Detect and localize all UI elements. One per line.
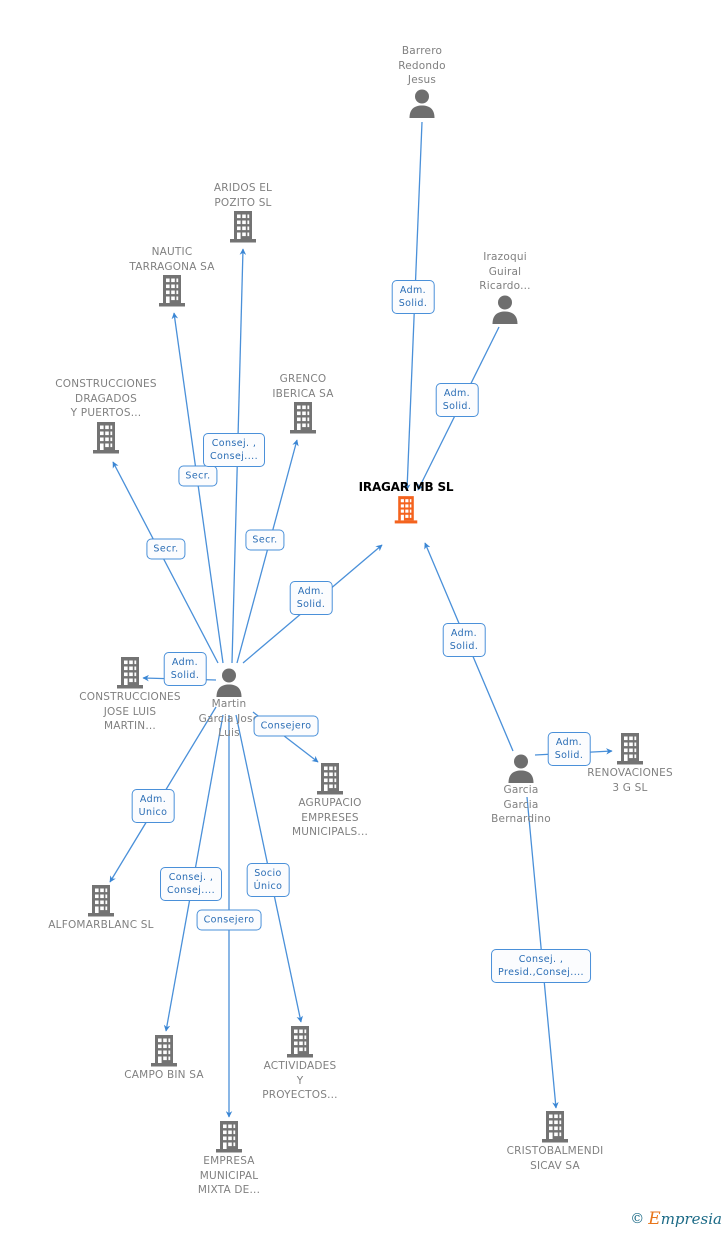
node-construcciones_dragados[interactable]: CONSTRUCCIONES DRAGADOS Y PUERTOS... <box>31 377 181 455</box>
node-label: CRISTOBALMENDI SICAV SA <box>506 1145 604 1172</box>
node-label: Barrero Redondo Jesus <box>398 45 446 86</box>
node-empresa_mun[interactable]: EMPRESA MUNICIPAL MIXTA DE... <box>154 1120 304 1198</box>
node-label: NAUTIC TARRAGONA SA <box>129 246 215 273</box>
building-icon <box>331 495 481 525</box>
building-icon <box>168 210 318 244</box>
copyright-symbol: © <box>630 1211 645 1227</box>
edge-label-martin_garcia-to-aridos[interactable]: Consej. , Consej.... <box>203 433 265 467</box>
edge-label-irazoqui-to-iragar[interactable]: Adm. Solid. <box>435 383 479 417</box>
edge-label-garcia_bern-to-iragar[interactable]: Adm. Solid. <box>442 623 486 657</box>
node-label: AGRUPACIO EMPRESES MUNICIPALS... <box>291 797 369 838</box>
building-icon <box>480 1110 630 1144</box>
brand-initial: E <box>648 1209 661 1229</box>
node-label: CONSTRUCCIONES DRAGADOS Y PUERTOS... <box>55 378 157 419</box>
building-icon <box>89 1034 239 1068</box>
node-label: ALFOMARBLANC SL <box>48 919 154 931</box>
building-icon <box>228 401 378 435</box>
node-label: CAMPO BIN SA <box>124 1069 204 1081</box>
node-label: GRENCO IBERICA SA <box>272 373 334 400</box>
edge-martin_garcia-to-nautic <box>171 312 224 664</box>
edge-label-martin_garcia-to-grenco[interactable]: Secr. <box>245 529 285 551</box>
building-icon <box>225 1025 375 1059</box>
node-label: Irazoqui Guiral Ricardo... <box>479 251 531 292</box>
node-agrupacio[interactable]: AGRUPACIO EMPRESES MUNICIPALS... <box>255 762 405 840</box>
node-actividades[interactable]: ACTIVIDADES Y PROYECTOS... <box>225 1025 375 1103</box>
edge-label-martin_garcia-to-empresa_mun[interactable]: Consejero <box>196 909 262 931</box>
node-label: IRAGAR MB SL <box>358 480 454 494</box>
building-icon <box>154 1120 304 1154</box>
building-icon <box>97 274 247 308</box>
edge-label-martin_garcia-to-nautic[interactable]: Secr. <box>146 538 186 560</box>
edge-label-martin_garcia-to-construcciones_jlm[interactable]: Adm. Solid. <box>163 652 207 686</box>
brand-name: mpresia <box>660 1210 722 1228</box>
empresia-watermark: © Empresia <box>630 1209 722 1229</box>
building-icon <box>255 762 405 796</box>
edge-label-martin_garcia-to-alfomarblanc[interactable]: Adm. Unico <box>131 789 175 823</box>
edge-label-martin_garcia-to-actividades[interactable]: Socio Único <box>246 863 290 897</box>
node-label: EMPRESA MUNICIPAL MIXTA DE... <box>197 1155 261 1196</box>
node-label: ARIDOS EL POZITO SL <box>213 182 273 209</box>
edge-label-garcia_bern-to-renovaciones[interactable]: Adm. Solid. <box>547 732 591 766</box>
node-campo_bin[interactable]: CAMPO BIN SA <box>89 1034 239 1083</box>
node-cristobalmendi[interactable]: CRISTOBALMENDI SICAV SA <box>480 1110 630 1173</box>
node-irazoqui[interactable]: Irazoqui Guiral Ricardo... <box>430 250 580 324</box>
person-icon <box>347 88 497 118</box>
edge-label-martin_garcia-to-campo_bin[interactable]: Consej. , Consej.... <box>160 867 222 901</box>
edge-label-martin_garcia-to-construcciones_dragados[interactable]: Secr. <box>178 465 218 487</box>
edge-label-barrero-to-iragar[interactable]: Adm. Solid. <box>391 280 435 314</box>
node-alfomarblanc[interactable]: ALFOMARBLANC SL <box>26 884 176 933</box>
node-label: RENOVACIONES 3 G SL <box>587 767 673 794</box>
node-nautic[interactable]: NAUTIC TARRAGONA SA <box>97 245 247 308</box>
node-label: ACTIVIDADES Y PROYECTOS... <box>262 1060 338 1101</box>
edge-label-martin_garcia-to-iragar[interactable]: Adm. Solid. <box>289 581 333 615</box>
edge-label-martin_garcia-to-agrupacio[interactable]: Consejero <box>253 715 319 737</box>
node-barrero[interactable]: Barrero Redondo Jesus <box>347 44 497 118</box>
node-aridos[interactable]: ARIDOS EL POZITO SL <box>168 181 318 244</box>
edge-label-garcia_bern-to-cristobalmendi[interactable]: Consej. , Presid.,Consej.... <box>491 949 591 983</box>
building-icon <box>26 884 176 918</box>
building-icon <box>31 421 181 455</box>
node-grenco[interactable]: GRENCO IBERICA SA <box>228 372 378 435</box>
network-diagram-canvas: Barrero Redondo Jesus ARIDOS EL POZITO SL… <box>0 0 728 1235</box>
person-icon <box>430 294 580 324</box>
edge-martin_garcia-to-grenco <box>236 439 299 664</box>
edge-martin_garcia-to-construcciones_dragados <box>112 461 219 664</box>
node-iragar[interactable]: IRAGAR MB SL <box>331 480 481 525</box>
